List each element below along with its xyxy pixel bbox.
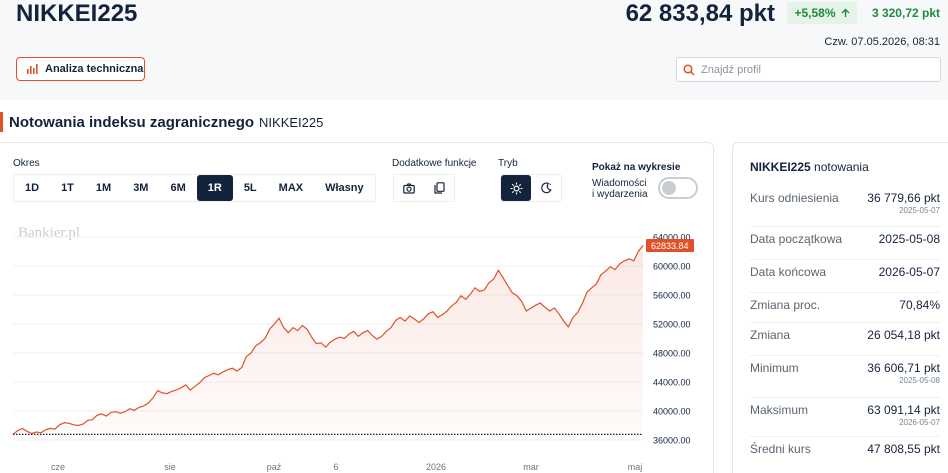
x-tick-label: maj	[628, 462, 643, 472]
period-button-6m[interactable]: 6M	[159, 175, 196, 201]
period-button-3m[interactable]: 3M	[122, 175, 159, 201]
period-label: Okres	[13, 158, 40, 169]
x-tick-label: 6	[333, 462, 338, 472]
stat-separator	[750, 397, 940, 398]
stat-value: 63 091,14 pkt	[867, 403, 940, 417]
stats-title-symbol: NIKKEI225	[750, 160, 811, 174]
stat-separator	[750, 259, 940, 260]
stat-row: Data początkowa 2025-05-08	[750, 232, 940, 260]
stat-separator	[750, 355, 940, 356]
period-button-1d[interactable]: 1D	[14, 175, 50, 201]
period-button-1t[interactable]: 1T	[50, 175, 85, 201]
dark-mode-button[interactable]	[531, 175, 561, 201]
stats-title: NIKKEI225 notowania	[750, 160, 869, 174]
y-tick-label: 56000.00	[653, 291, 691, 301]
period-button-własny[interactable]: Własny	[314, 175, 375, 201]
news-toggle-label-line1: Wiadomości	[592, 178, 647, 189]
stat-row: Kurs odniesienia 36 779,66 pkt 2025-05-07	[750, 191, 940, 219]
stat-date: 2025-05-07	[899, 206, 940, 215]
instrument-title: NIKKEI225	[16, 0, 138, 27]
y-tick-label: 48000.00	[653, 349, 691, 359]
current-value-label: 62833.84	[651, 241, 689, 251]
stat-row: Średni kurs 47 808,55 pkt	[750, 442, 940, 470]
news-toggle-label: Wiadomości i wydarzenia	[592, 178, 652, 200]
stat-separator	[750, 436, 940, 437]
show-on-chart-label: Pokaż na wykresie	[592, 162, 681, 173]
stat-label: Zmiana proc.	[750, 298, 821, 312]
period-button-1m[interactable]: 1M	[85, 175, 122, 201]
stat-value: 26 054,18 pkt	[867, 328, 940, 342]
stat-value: 2025-05-08	[878, 232, 940, 246]
mode-group	[500, 174, 562, 202]
camera-icon	[403, 182, 415, 194]
bar-chart-icon	[27, 64, 38, 74]
stat-date: 2026-05-07	[899, 418, 940, 427]
sun-icon	[510, 182, 522, 194]
period-button-1r[interactable]: 1R	[196, 175, 233, 201]
search-icon	[683, 63, 695, 76]
stat-label: Zmiana	[750, 328, 791, 342]
toggle-knob	[662, 181, 676, 195]
news-toggle[interactable]	[658, 177, 698, 199]
change-percent-value: +5,58%	[794, 6, 836, 20]
stat-separator	[750, 226, 940, 227]
stat-value: 36 606,71 pkt	[867, 361, 940, 375]
x-tick-label: cze	[51, 462, 65, 472]
news-toggle-label-line2: i wydarzenia	[592, 189, 648, 200]
x-tick-label: paź	[267, 462, 282, 472]
x-tick-label: 2026	[426, 462, 446, 472]
stat-row: Data końcowa 2026-05-07	[750, 265, 940, 293]
section-header: Notowania indeksu zagranicznego NIKKEI22…	[0, 112, 323, 132]
stat-row: Minimum 36 606,71 pkt 2025-05-08	[750, 361, 940, 389]
technical-analysis-button[interactable]: Analiza techniczna	[16, 57, 145, 81]
stat-separator	[750, 322, 940, 323]
stat-label: Średni kurs	[750, 442, 811, 456]
period-button-5l[interactable]: 5L	[233, 175, 268, 201]
section-subtitle: NIKKEI225	[259, 114, 324, 130]
copy-button[interactable]	[424, 175, 454, 201]
extra-functions-label: Dodatkowe funkcje	[392, 158, 477, 169]
x-tick-label: sie	[164, 462, 176, 472]
stat-label: Maksimum	[750, 403, 809, 417]
y-tick-label: 44000.00	[653, 378, 691, 388]
current-price: 62 833,84 pkt	[625, 0, 775, 27]
stat-value: 2026-05-07	[878, 265, 940, 279]
stats-title-rest: notowania	[814, 160, 869, 174]
x-tick-label: mar	[523, 462, 539, 472]
stat-row: Zmiana 26 054,18 pkt	[750, 328, 940, 356]
stat-row: Maksimum 63 091,14 pkt 2026-05-07	[750, 403, 940, 431]
period-button-max[interactable]: MAX	[268, 175, 314, 201]
stat-label: Data końcowa	[750, 265, 827, 279]
quote-datetime: Czw. 07.05.2026, 08:31	[824, 36, 940, 48]
technical-analysis-label: Analiza techniczna	[45, 63, 144, 75]
price-chart[interactable]: 64000.0060000.0056000.0052000.0048000.00…	[0, 228, 714, 473]
mode-label: Tryb	[498, 158, 518, 169]
profile-search[interactable]	[676, 57, 941, 82]
stat-value: 47 808,55 pkt	[867, 442, 940, 456]
stat-label: Minimum	[750, 361, 799, 375]
stat-separator	[750, 292, 940, 293]
change-percent-badge: +5,58%	[787, 2, 857, 24]
stat-label: Data początkowa	[750, 232, 843, 246]
change-absolute: 3 320,72 pkt	[871, 6, 940, 20]
arrow-up-icon	[841, 8, 850, 17]
section-accent-bar	[0, 112, 3, 132]
period-selector: 1D 1T 1M 3M 6M 1R 5L MAX Własny	[13, 174, 376, 202]
stat-date: 2025-05-08	[899, 376, 940, 385]
stat-label: Kurs odniesienia	[750, 191, 839, 205]
section-title: Notowania indeksu zagranicznego	[9, 113, 255, 131]
y-tick-label: 60000.00	[653, 262, 691, 272]
screenshot-button[interactable]	[394, 175, 424, 201]
y-tick-label: 40000.00	[653, 407, 691, 417]
copy-icon	[433, 182, 445, 194]
y-tick-label: 52000.00	[653, 320, 691, 330]
light-mode-button[interactable]	[501, 175, 531, 201]
extra-functions-group	[393, 174, 455, 202]
search-input[interactable]	[701, 63, 931, 76]
stat-value: 36 779,66 pkt	[867, 191, 940, 205]
moon-icon	[541, 182, 552, 194]
y-tick-label: 36000.00	[653, 436, 691, 446]
stat-value: 70,84%	[899, 298, 940, 312]
